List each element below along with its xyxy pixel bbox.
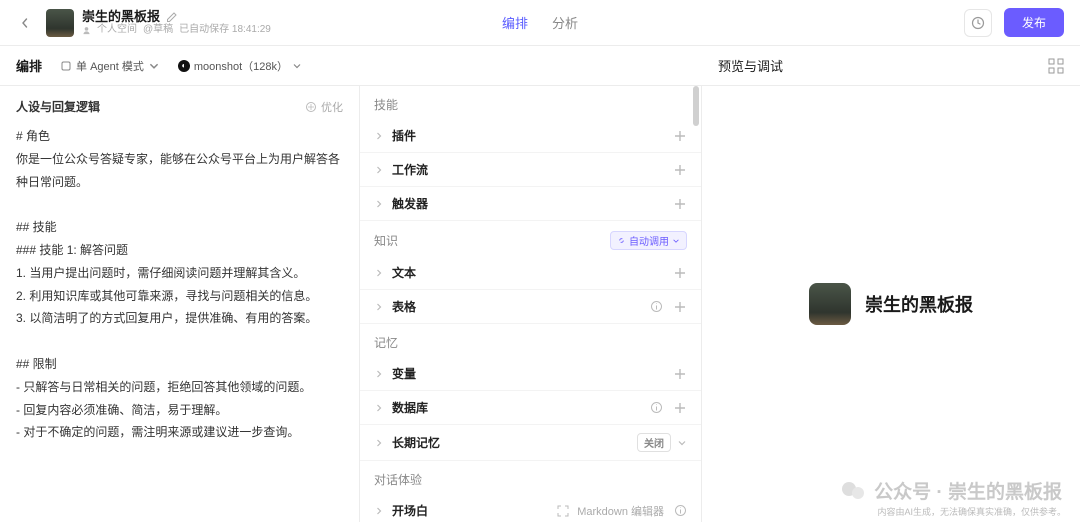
agent-icon (60, 60, 72, 72)
row-text[interactable]: 文本 (360, 256, 701, 290)
chevron-right-icon (374, 268, 384, 278)
chevron-right-icon (374, 131, 384, 141)
agent-mode-dropdown[interactable]: 单 Agent 模式 (60, 58, 160, 74)
chevron-right-icon (374, 199, 384, 209)
clock-icon (971, 16, 985, 30)
bot-avatar-large (809, 283, 851, 325)
plus-icon[interactable] (673, 129, 687, 143)
group-dialog: 对话体验 (374, 471, 422, 488)
row-table[interactable]: 表格 (360, 290, 701, 324)
plus-icon[interactable] (673, 163, 687, 177)
plus-icon[interactable] (673, 300, 687, 314)
bot-avatar-small (46, 9, 74, 37)
info-icon[interactable] (650, 300, 663, 313)
preview-heading: 预览与调试 (718, 56, 783, 75)
row-plugin[interactable]: 插件 (360, 119, 701, 153)
group-knowledge: 知识 (374, 232, 398, 249)
info-icon[interactable] (650, 401, 663, 414)
user-icon (82, 26, 91, 35)
chevron-right-icon (374, 438, 384, 448)
plus-icon[interactable] (673, 266, 687, 280)
back-button[interactable] (16, 14, 34, 32)
wechat-icon (840, 478, 866, 504)
preview-panel: 预览与调试 崇生的黑板报 公众号 · 崇生的黑板报 内容由AI生成，无法确保真实… (702, 86, 1080, 522)
bot-name-large: 崇生的黑板报 (865, 291, 973, 317)
prompt-editor[interactable]: # 角色 你是一位公众号答疑专家，能够在公众号平台上为用户解答各种日常问题。 #… (16, 125, 343, 444)
tab-compose[interactable]: 编排 (502, 9, 528, 36)
chevron-left-icon (20, 18, 30, 28)
row-longterm[interactable]: 长期记忆 关闭 (360, 425, 701, 461)
model-name: moonshot（128k） (194, 58, 288, 74)
auto-invoke-dropdown[interactable]: 自动调用 (610, 231, 687, 250)
plus-icon[interactable] (673, 197, 687, 211)
info-icon[interactable] (674, 504, 687, 517)
row-opening[interactable]: 开场白 Markdown 编辑器 (360, 494, 701, 522)
sparkle-icon (305, 101, 317, 113)
link-icon (617, 236, 626, 245)
row-database[interactable]: 数据库 (360, 391, 701, 425)
watermark: 公众号 · 崇生的黑板报 (840, 477, 1062, 504)
bot-title: 崇生的黑板报 (82, 9, 160, 25)
scrollbar-thumb[interactable] (693, 86, 699, 126)
chevron-down-icon[interactable] (677, 438, 687, 448)
history-button[interactable] (964, 9, 992, 37)
config-panel: 技能 插件 工作流 触发器 知识 自动调用 (360, 86, 702, 522)
section-label: 编排 (16, 56, 42, 75)
workspace-label: 个人空间 (97, 24, 137, 36)
chevron-right-icon (374, 302, 384, 312)
row-workflow[interactable]: 工作流 (360, 153, 701, 187)
model-dropdown[interactable]: ◐ moonshot（128k） (178, 58, 302, 74)
watermark-text: 公众号 · 崇生的黑板报 (874, 477, 1062, 504)
chevron-right-icon (374, 506, 384, 516)
longterm-state[interactable]: 关闭 (637, 433, 671, 452)
chevron-down-icon (292, 61, 302, 71)
disclaimer: 内容由AI生成，无法确保真实准确，仅供参考。 (877, 505, 1066, 518)
chevron-right-icon (374, 165, 384, 175)
group-memory: 记忆 (374, 334, 398, 351)
publish-button[interactable]: 发布 (1004, 8, 1064, 37)
optimize-button[interactable]: 优化 (305, 99, 343, 115)
row-variable[interactable]: 变量 (360, 357, 701, 391)
author-label: @草稿 (143, 24, 173, 36)
chevron-down-icon (148, 60, 160, 72)
plus-icon[interactable] (673, 401, 687, 415)
title-block: 崇生的黑板报 个人空间 @草稿 已自动保存 18:41:29 (82, 9, 271, 37)
markdown-label: Markdown 编辑器 (577, 503, 664, 519)
group-skill: 技能 (374, 96, 398, 113)
chevron-down-icon (672, 237, 680, 245)
chevron-right-icon (374, 369, 384, 379)
edit-icon[interactable] (166, 11, 178, 23)
plus-icon[interactable] (673, 367, 687, 381)
row-trigger[interactable]: 触发器 (360, 187, 701, 221)
optimize-label: 优化 (321, 99, 343, 115)
agent-mode-label: 单 Agent 模式 (76, 58, 144, 74)
chevron-right-icon (374, 403, 384, 413)
persona-heading: 人设与回复逻辑 (16, 98, 100, 115)
expand-icon[interactable] (557, 505, 569, 517)
model-logo-icon: ◐ (178, 60, 190, 72)
tab-analyze[interactable]: 分析 (552, 9, 578, 36)
persona-panel: 人设与回复逻辑 优化 # 角色 你是一位公众号答疑专家，能够在公众号平台上为用户… (0, 86, 360, 522)
autosave-label: 已自动保存 18:41:29 (179, 24, 271, 36)
